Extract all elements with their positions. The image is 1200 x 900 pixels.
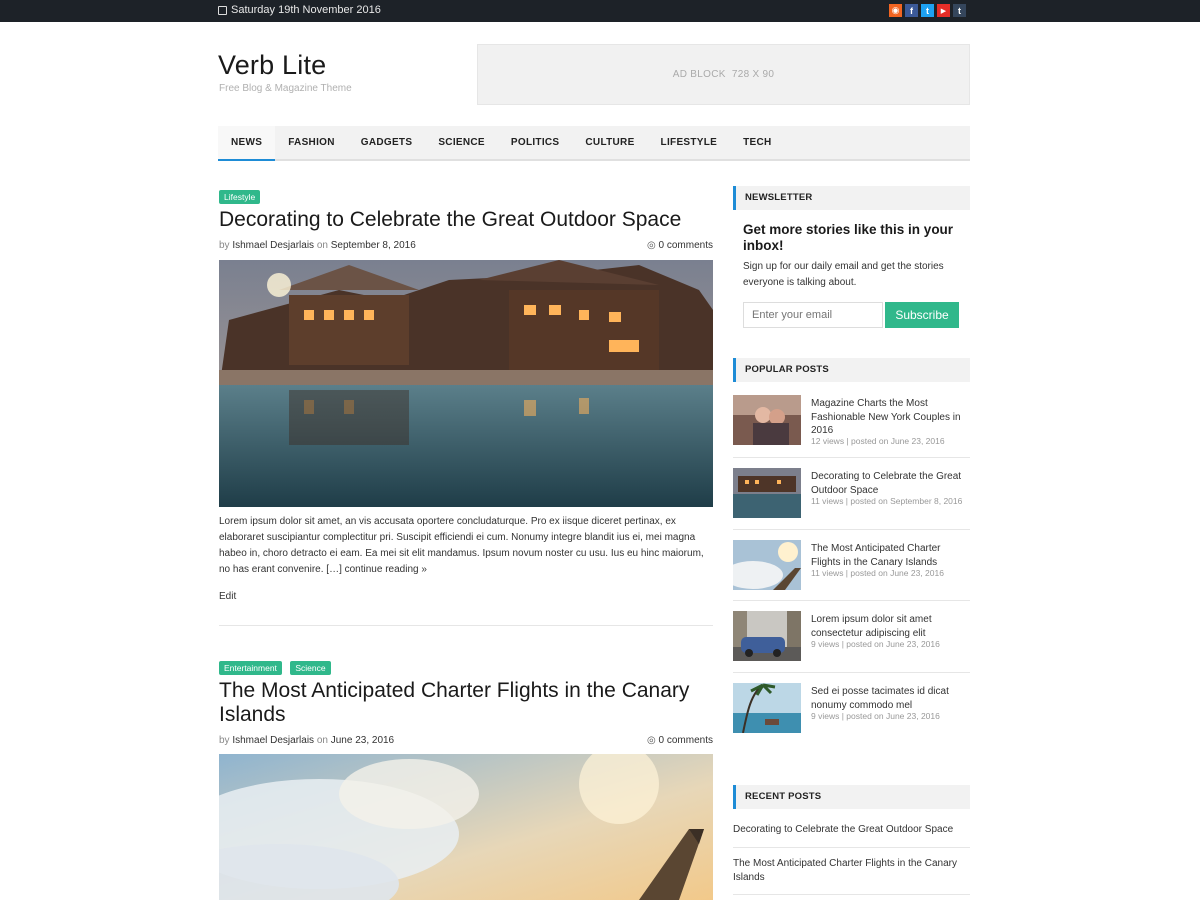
recent-posts-widget-title: RECENT POSTS bbox=[733, 785, 970, 809]
popular-post-title[interactable]: Decorating to Celebrate the Great Outdoo… bbox=[811, 470, 969, 497]
tag-entertainment[interactable]: Entertainment bbox=[219, 661, 282, 675]
nav-item-news[interactable]: NEWS bbox=[218, 126, 276, 161]
recent-post-link[interactable]: The Most Anticipated Charter Flights in … bbox=[733, 857, 970, 885]
popular-post-item[interactable]: Lorem ipsum dolor sit amet consectetur a… bbox=[733, 611, 970, 663]
calendar-icon bbox=[218, 5, 227, 15]
recent-post-separator bbox=[733, 847, 970, 848]
post-meta: by Ishmael Desjarlais on September 8, 20… bbox=[219, 240, 713, 251]
twitter-icon[interactable]: t bbox=[921, 4, 934, 17]
top-date-text: Saturday 19th November 2016 bbox=[231, 4, 381, 16]
nav-item-fashion[interactable]: FASHION bbox=[275, 126, 348, 161]
post-meta: by Ishmael Desjarlais on June 23, 2016 ◎… bbox=[219, 735, 713, 746]
comment-icon: ◎ bbox=[647, 240, 656, 251]
social-icons: ◉ f t ▶ t bbox=[889, 4, 966, 17]
post-title[interactable]: Decorating to Celebrate the Great Outdoo… bbox=[219, 208, 714, 232]
recent-post-separator bbox=[733, 894, 970, 895]
top-date: Saturday 19th November 2016 bbox=[218, 4, 381, 16]
post-tags: Entertainment Science bbox=[219, 658, 335, 676]
site-tagline: Free Blog & Magazine Theme bbox=[219, 83, 352, 94]
nav-item-science[interactable]: SCIENCE bbox=[425, 126, 498, 161]
popular-post-thumbnail[interactable] bbox=[733, 683, 801, 733]
popular-post-meta: 12 views | posted on June 23, 2016 bbox=[811, 436, 945, 446]
top-bar: Saturday 19th November 2016 ◉ f t ▶ t bbox=[0, 0, 1200, 22]
popular-post-thumbnail[interactable] bbox=[733, 540, 801, 590]
post-comments-text: 0 comments bbox=[658, 240, 713, 251]
comment-icon: ◎ bbox=[647, 735, 656, 746]
popular-post-item[interactable]: Magazine Charts the Most Fashionable New… bbox=[733, 395, 970, 447]
newsletter-heading: Get more stories like this in your inbox… bbox=[743, 222, 954, 253]
popular-post-item[interactable]: The Most Anticipated Charter Flights in … bbox=[733, 540, 970, 592]
post-featured-image[interactable] bbox=[219, 754, 713, 900]
rss-icon[interactable]: ◉ bbox=[889, 4, 902, 17]
nav-item-politics[interactable]: POLITICS bbox=[498, 126, 573, 161]
popular-post-thumbnail[interactable] bbox=[733, 468, 801, 518]
tag-science[interactable]: Science bbox=[290, 661, 331, 675]
popular-post-separator bbox=[733, 529, 970, 530]
popular-post-thumbnail[interactable] bbox=[733, 611, 801, 661]
post-date[interactable]: June 23, 2016 bbox=[331, 735, 394, 746]
popular-post-title[interactable]: Lorem ipsum dolor sit amet consectetur a… bbox=[811, 613, 969, 640]
popular-post-meta: 11 views | posted on September 8, 2016 bbox=[811, 496, 963, 506]
site-title[interactable]: Verb Lite bbox=[218, 50, 326, 81]
subscribe-button[interactable]: Subscribe bbox=[885, 302, 959, 328]
post-featured-image[interactable] bbox=[219, 260, 713, 507]
ad-block-label: AD BLOCK 728 X 90 bbox=[672, 69, 775, 80]
youtube-icon[interactable]: ▶ bbox=[937, 4, 950, 17]
nav-item-culture[interactable]: CULTURE bbox=[572, 126, 647, 161]
popular-post-title[interactable]: Sed ei posse tacimates id dicat nonumy c… bbox=[811, 685, 969, 712]
meta-on: on bbox=[316, 240, 328, 251]
popular-post-meta: 11 views | posted on June 23, 2016 bbox=[811, 568, 944, 578]
newsletter-text: Sign up for our daily email and get the … bbox=[743, 261, 944, 288]
ad-block: AD BLOCK 728 X 90 bbox=[477, 44, 970, 105]
post-title[interactable]: The Most Anticipated Charter Flights in … bbox=[219, 679, 714, 727]
nav-item-tech[interactable]: TECH bbox=[730, 126, 784, 161]
popular-post-item[interactable]: Decorating to Celebrate the Great Outdoo… bbox=[733, 468, 970, 520]
post-divider bbox=[219, 625, 713, 626]
nav-item-lifestyle[interactable]: LIFESTYLE bbox=[648, 126, 731, 161]
popular-post-item[interactable]: Sed ei posse tacimates id dicat nonumy c… bbox=[733, 683, 970, 735]
post-edit-link[interactable]: Edit bbox=[219, 591, 236, 602]
meta-by: by bbox=[219, 735, 230, 746]
popular-post-separator bbox=[733, 457, 970, 458]
tumblr-icon[interactable]: t bbox=[953, 4, 966, 17]
popular-posts-widget-title: POPULAR POSTS bbox=[733, 358, 970, 382]
newsletter-widget-title: NEWSLETTER bbox=[733, 186, 970, 210]
post-excerpt: Lorem ipsum dolor sit amet, an vis accus… bbox=[219, 516, 704, 575]
post-author[interactable]: Ishmael Desjarlais bbox=[232, 240, 314, 251]
nav-item-gadgets[interactable]: GADGETS bbox=[348, 126, 426, 161]
facebook-icon[interactable]: f bbox=[905, 4, 918, 17]
popular-post-meta: 9 views | posted on June 23, 2016 bbox=[811, 711, 940, 721]
meta-by: by bbox=[219, 240, 230, 251]
recent-post-link[interactable]: Decorating to Celebrate the Great Outdoo… bbox=[733, 823, 970, 837]
meta-on: on bbox=[316, 735, 328, 746]
post-comments-text: 0 comments bbox=[658, 735, 713, 746]
post-comments[interactable]: ◎ 0 comments bbox=[647, 735, 713, 746]
popular-post-title[interactable]: The Most Anticipated Charter Flights in … bbox=[811, 542, 969, 569]
post-author[interactable]: Ishmael Desjarlais bbox=[232, 735, 314, 746]
main-nav: NEWS FASHION GADGETS SCIENCE POLITICS CU… bbox=[218, 126, 970, 161]
post-comments[interactable]: ◎ 0 comments bbox=[647, 240, 713, 251]
post-tags: Lifestyle bbox=[219, 187, 264, 205]
popular-post-thumbnail[interactable] bbox=[733, 395, 801, 445]
tag-lifestyle[interactable]: Lifestyle bbox=[219, 190, 261, 204]
newsletter-email-input[interactable] bbox=[743, 302, 883, 328]
popular-post-title[interactable]: Magazine Charts the Most Fashionable New… bbox=[811, 397, 969, 438]
popular-post-separator bbox=[733, 600, 970, 601]
popular-post-separator bbox=[733, 672, 970, 673]
popular-post-meta: 9 views | posted on June 23, 2016 bbox=[811, 639, 940, 649]
post-date[interactable]: September 8, 2016 bbox=[331, 240, 416, 251]
